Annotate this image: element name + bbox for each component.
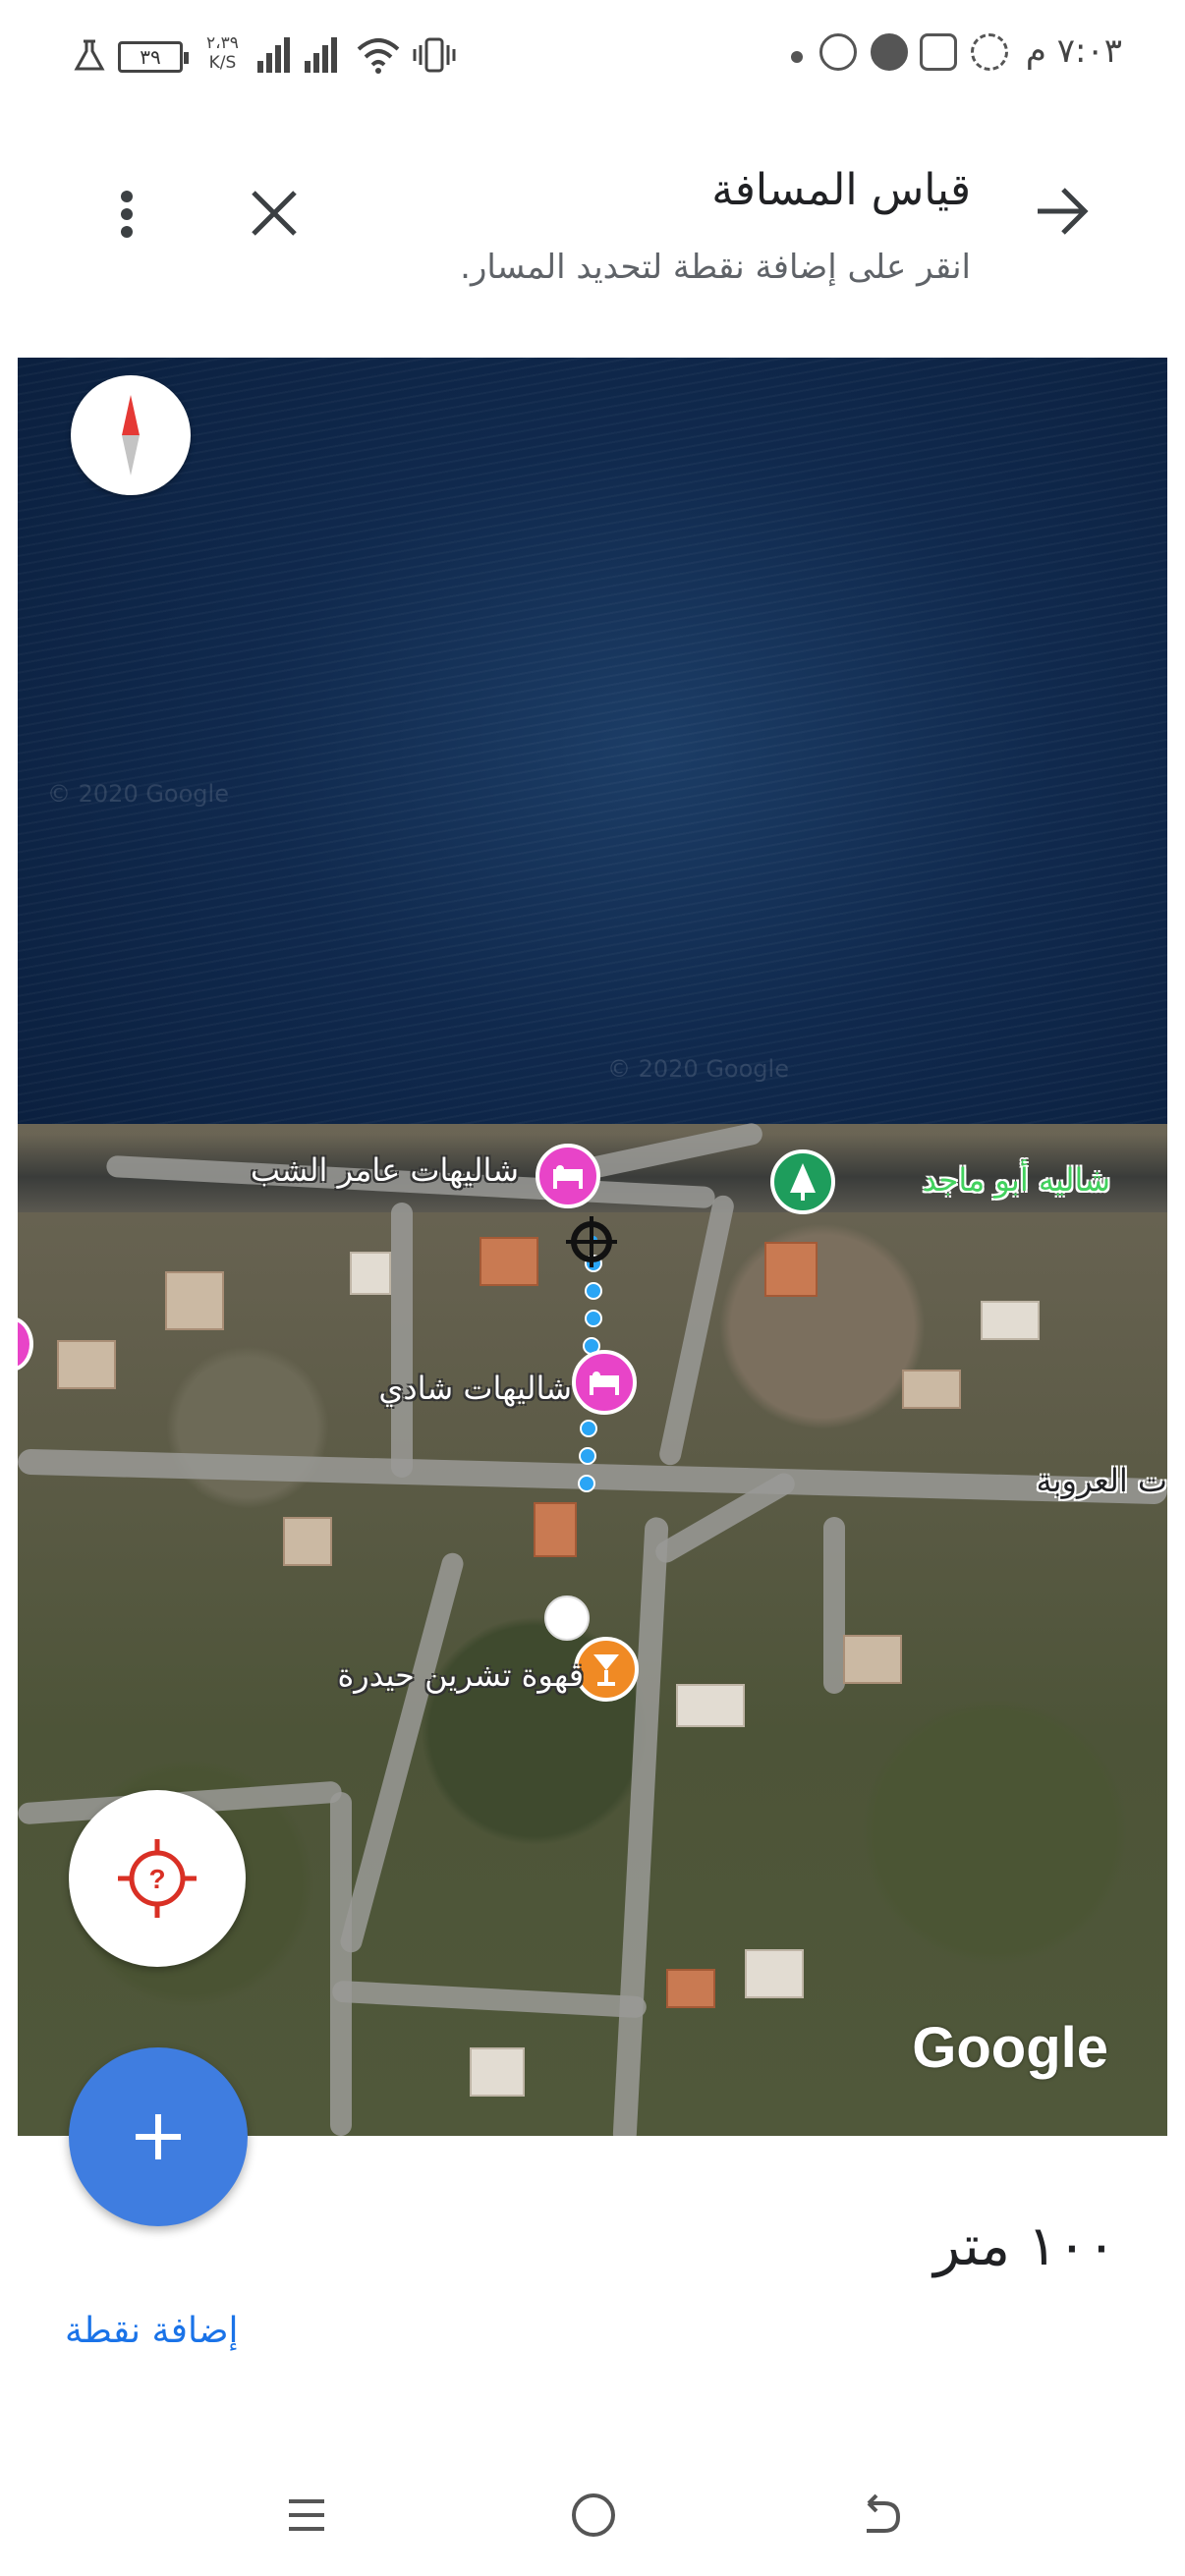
sync-icon <box>971 33 1008 71</box>
building <box>470 2047 525 2097</box>
vibrate-icon <box>413 37 456 73</box>
park-pin-icon[interactable] <box>770 1149 835 1214</box>
svg-text:?: ? <box>148 1864 165 1894</box>
compass-icon <box>122 395 140 476</box>
back-icon[interactable] <box>849 2484 912 2547</box>
screen-edge <box>1167 0 1185 2576</box>
whatsapp-icon <box>819 33 857 71</box>
hotel-pin-icon[interactable] <box>536 1144 600 1208</box>
page-title: قياس المسافة <box>711 165 971 215</box>
building <box>745 1949 804 1998</box>
app-screen: ٣٩ ٢،٣٩ K/S ٧:٠٣ م قياس المسافة انقر على… <box>0 0 1185 2576</box>
compass-button[interactable] <box>71 375 191 495</box>
place-label[interactable]: شاليه أبو ماجد <box>923 1161 1110 1199</box>
back-arrow-icon[interactable] <box>1028 177 1097 246</box>
building <box>676 1684 745 1727</box>
building <box>350 1252 391 1295</box>
building <box>764 1242 818 1297</box>
app-notification-icon <box>920 33 957 71</box>
place-label[interactable]: قهوة تشرين حيدرة <box>337 1656 584 1694</box>
building <box>57 1340 116 1389</box>
facebook-icon <box>871 33 908 71</box>
route-end-point[interactable] <box>544 1596 590 1641</box>
lab-icon <box>74 39 105 71</box>
place-label[interactable]: شاليهات شادي <box>378 1370 572 1407</box>
map-watermark: © 2020 Google <box>47 780 229 808</box>
recent-apps-icon[interactable] <box>275 2484 338 2547</box>
page-subtitle: انقر على إضافة نقطة لتحديد المسار. <box>460 248 971 287</box>
google-logo: Google <box>912 2016 1108 2080</box>
wifi-icon <box>357 38 400 74</box>
place-label[interactable]: شاليهات عامر الشب <box>251 1151 519 1189</box>
screen-edge <box>0 0 18 2576</box>
hotel-pin-icon[interactable] <box>572 1350 637 1415</box>
close-icon[interactable] <box>240 179 309 248</box>
location-unknown-icon: ? <box>118 1839 197 1918</box>
signal-icon-2 <box>305 37 340 73</box>
map-road <box>330 1792 352 2136</box>
map-view[interactable]: © 2020 Google © 2020 Google شاليهات عامر… <box>18 358 1167 2136</box>
status-time: ٧:٠٣ م <box>1025 31 1122 71</box>
status-bar: ٣٩ ٢،٣٩ K/S ٧:٠٣ م <box>0 0 1185 108</box>
route-start-crosshair-icon <box>566 1216 617 1267</box>
building <box>981 1301 1040 1340</box>
signal-icon-1 <box>257 37 293 73</box>
net-speed-unit: K/S <box>208 53 237 73</box>
notification-dot <box>791 51 803 63</box>
building <box>165 1271 224 1330</box>
system-nav-bar <box>0 2456 1185 2576</box>
building <box>843 1635 902 1684</box>
street-label: ت العروبة <box>1036 1462 1167 1499</box>
map-road <box>391 1203 413 1478</box>
add-point-fab[interactable] <box>69 2047 248 2226</box>
battery-icon: ٣٩ <box>118 41 189 73</box>
home-icon[interactable] <box>562 2484 625 2547</box>
my-location-button[interactable]: ? <box>69 1790 246 1967</box>
add-point-link[interactable]: إضافة نقطة <box>65 2311 239 2351</box>
building <box>480 1237 538 1286</box>
map-road <box>823 1517 845 1694</box>
building <box>283 1517 332 1566</box>
top-app-bar: قياس المسافة انقر على إضافة نقطة لتحديد … <box>18 108 1167 358</box>
more-options-icon[interactable] <box>102 179 151 248</box>
building <box>666 1969 715 2008</box>
net-speed: ٢،٣٩ K/S <box>206 33 239 73</box>
building <box>902 1370 961 1409</box>
plus-icon <box>136 2114 181 2159</box>
distance-readout: ١٠٠ متر <box>933 2214 1116 2278</box>
net-speed-value: ٢،٣٩ <box>206 33 239 53</box>
map-watermark: © 2020 Google <box>607 1055 789 1083</box>
